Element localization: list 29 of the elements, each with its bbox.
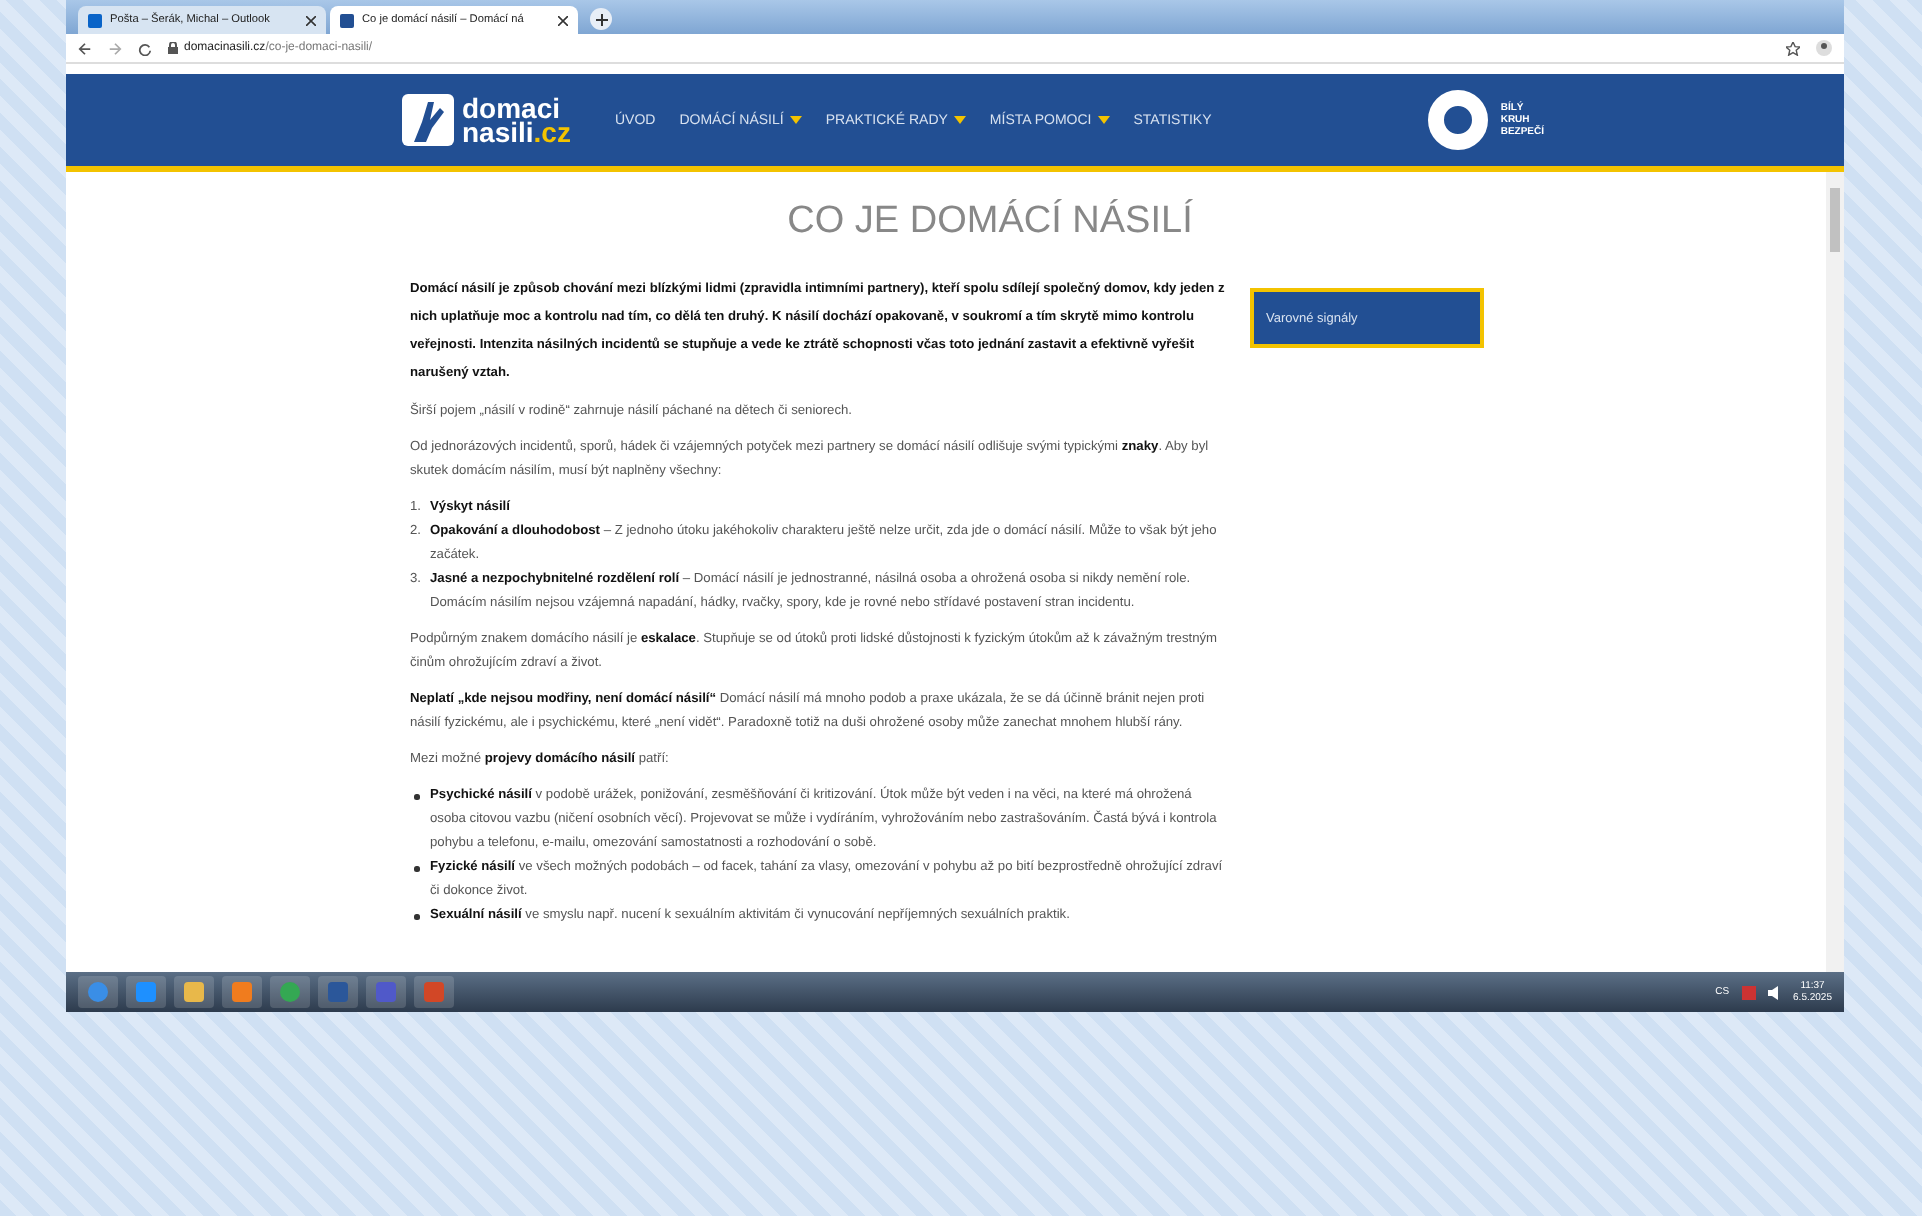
start-button[interactable] bbox=[78, 976, 118, 1008]
back-arrow-icon[interactable] bbox=[78, 41, 92, 55]
reload-icon[interactable] bbox=[138, 41, 152, 55]
taskbar-app-icon[interactable] bbox=[270, 976, 310, 1008]
close-icon[interactable] bbox=[306, 15, 316, 25]
close-icon[interactable] bbox=[558, 15, 568, 25]
new-tab-button[interactable] bbox=[590, 8, 612, 30]
site-logo[interactable]: domaci nasili.cz bbox=[402, 94, 571, 146]
page-title: CO JE DOMÁCÍ NÁSILÍ bbox=[785, 200, 1195, 244]
bullet-icon bbox=[414, 914, 419, 919]
scrollbar[interactable] bbox=[1826, 172, 1844, 972]
profile-icon[interactable] bbox=[1816, 40, 1832, 56]
taskbar-app-icon[interactable] bbox=[126, 976, 166, 1008]
taskbar-app-icon[interactable] bbox=[318, 976, 358, 1008]
bullet-icon bbox=[414, 794, 419, 799]
flag-icon[interactable] bbox=[1741, 985, 1756, 999]
bullet-icon bbox=[414, 866, 419, 871]
taskbar-app-icon[interactable] bbox=[414, 976, 454, 1008]
star-icon[interactable] bbox=[1786, 41, 1800, 55]
taskbar-app-icon[interactable] bbox=[366, 976, 406, 1008]
ring-logo-icon bbox=[1428, 90, 1489, 150]
forward-arrow-icon[interactable] bbox=[108, 41, 122, 55]
speaker-icon[interactable] bbox=[1767, 985, 1782, 999]
taskbar-app-icon[interactable] bbox=[174, 976, 214, 1008]
tab-favicon bbox=[340, 13, 354, 27]
plus-icon bbox=[595, 13, 607, 25]
taskbar-app-icon[interactable] bbox=[222, 976, 262, 1008]
tab-favicon bbox=[88, 13, 102, 27]
lock-icon bbox=[168, 42, 178, 54]
